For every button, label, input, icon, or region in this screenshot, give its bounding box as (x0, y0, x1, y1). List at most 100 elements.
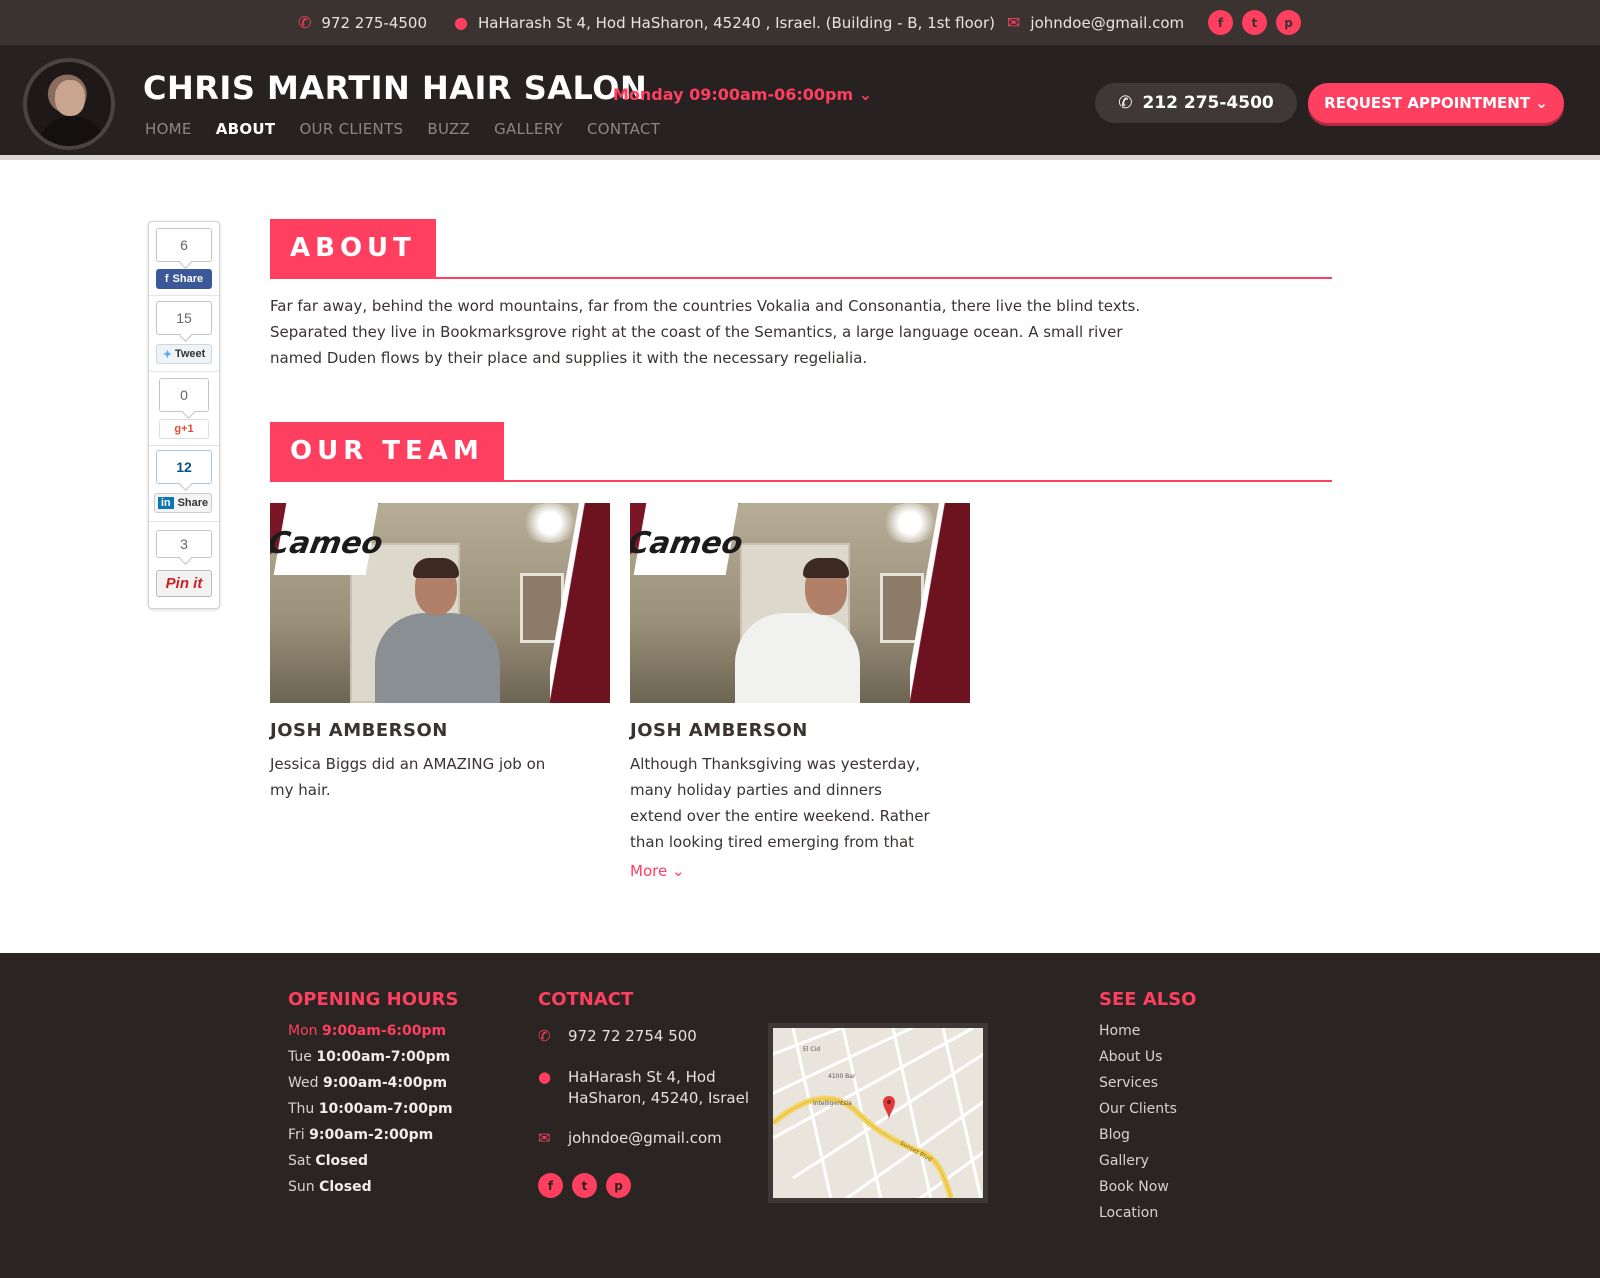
envelope-icon: ✉ (538, 1129, 551, 1147)
team-member-photo[interactable]: Cameo (270, 503, 610, 703)
map-label: El Cid (803, 1046, 821, 1053)
gplus-icon: g (174, 423, 182, 435)
see-also-link-book-now[interactable]: Book Now (1099, 1179, 1169, 1195)
hours-row-thu: Thu 10:00am-7:00pm (288, 1101, 453, 1117)
nav-contact[interactable]: CONTACT (587, 120, 660, 138)
nav-home[interactable]: HOME (145, 120, 192, 138)
map-streets (773, 1028, 983, 1198)
about-heading: ABOUT (270, 219, 436, 277)
contact-address: ● HaHarash St 4, Hod HaSharon, 45240, Is… (538, 1067, 749, 1109)
pin-it-button[interactable]: Pin it (156, 570, 212, 597)
see-also-link-about-us[interactable]: About Us (1099, 1049, 1162, 1065)
contact-email-text: johndoe@gmail.com (568, 1129, 722, 1147)
hours-time: 9:00am-6:00pm (321, 1023, 447, 1039)
chevron-down-icon: ⌄ (671, 862, 685, 880)
tweet-label: Tweet (174, 348, 206, 360)
hours-dropdown[interactable]: Monday 09:00am-06:00pm ⌄ (613, 85, 872, 104)
hours-day: Mon (288, 1023, 318, 1039)
see-also-link-home[interactable]: Home (1099, 1023, 1140, 1039)
see-also-link-gallery[interactable]: Gallery (1099, 1153, 1149, 1169)
site-header: CHRIS MARTIN HAIR SALON Monday 09:00am-0… (0, 45, 1600, 160)
topbar-address-text: HaHarash St 4, Hod HaSharon, 45240 , Isr… (477, 13, 995, 32)
twitter-icon[interactable]: t (1242, 10, 1267, 35)
linkedin-share-block: 12 in Share (149, 446, 219, 522)
pinterest-icon[interactable]: p (606, 1173, 631, 1198)
contact-title: COTNACT (538, 989, 634, 1010)
phone-icon: ✆ (1118, 93, 1133, 113)
nav-buzz[interactable]: BUZZ (427, 120, 470, 138)
gplus-label: +1 (181, 423, 194, 435)
share-sidebar: 6 f Share 15 ✦ Tweet 0 g +1 12 in Share … (148, 221, 220, 609)
chevron-down-icon: ⌄ (1530, 94, 1548, 112)
see-also-link-services[interactable]: Services (1099, 1075, 1158, 1091)
facebook-share-button[interactable]: f Share (156, 269, 212, 289)
gplus-button[interactable]: g +1 (159, 419, 209, 439)
map-canvas[interactable]: El Cid 4100 Bar Intelligentsia Sunset Bl… (773, 1028, 983, 1198)
contact-phone[interactable]: ✆ 972 72 2754 500 (538, 1026, 697, 1047)
map-label: Intelligentsia (813, 1100, 852, 1107)
linkedin-share-count: 12 (156, 450, 212, 484)
twitter-bird-icon: ✦ (162, 348, 172, 361)
topbar-email[interactable]: ✉ johndoe@gmail.com (1007, 0, 1184, 45)
phone-icon: ✆ (298, 13, 312, 32)
topbar-email-text: johndoe@gmail.com (1030, 13, 1185, 32)
topbar-phone[interactable]: ✆ 972 275-4500 (298, 0, 427, 45)
nav-our-clients[interactable]: OUR CLIENTS (299, 120, 403, 138)
location-map[interactable]: El Cid 4100 Bar Intelligentsia Sunset Bl… (768, 1023, 988, 1203)
hours-day: Wed (288, 1075, 319, 1091)
phone-button-label: 212 275-4500 (1142, 93, 1274, 113)
contact-address-text: HaHarash St 4, Hod HaSharon, 45240, Isra… (568, 1067, 749, 1109)
facebook-icon: f (164, 273, 169, 285)
site-title[interactable]: CHRIS MARTIN HAIR SALON (143, 69, 647, 107)
nav-gallery[interactable]: GALLERY (494, 120, 563, 138)
avatar[interactable] (23, 58, 115, 150)
more-link[interactable]: More ⌄ (630, 862, 685, 880)
top-info-bar: ✆ 972 275-4500 ● HaHarash St 4, Hod HaSh… (0, 0, 1600, 45)
pin-it-label: Pin it (165, 575, 203, 592)
hours-row-sun: Sun Closed (288, 1179, 372, 1195)
twitter-share-block: 15 ✦ Tweet (149, 296, 219, 372)
about-section-header: ABOUT (270, 219, 1332, 279)
hours-day: Sat (288, 1153, 311, 1169)
envelope-icon: ✉ (1007, 13, 1021, 32)
salon-logo: Cameo (630, 503, 746, 575)
hours-day: Tue (288, 1049, 312, 1065)
facebook-icon[interactable]: f (1208, 10, 1233, 35)
phone-button[interactable]: ✆ 212 275-4500 (1095, 83, 1297, 123)
hours-day: Sun (288, 1179, 315, 1195)
about-text: Far far away, behind the word mountains,… (270, 297, 1141, 367)
team-member-name: JOSH AMBERSON (270, 720, 448, 741)
contact-email[interactable]: ✉ johndoe@gmail.com (538, 1128, 722, 1149)
contact-address-line-1: HaHarash St 4, Hod (568, 1068, 716, 1086)
linkedin-icon: in (157, 497, 174, 509)
hours-row-mon: Mon 9:00am-6:00pm (288, 1023, 446, 1039)
nav-about[interactable]: ABOUT (216, 120, 276, 138)
hours-day: Fri (288, 1127, 305, 1143)
main-nav: HOME ABOUT OUR CLIENTS BUZZ GALLERY CONT… (145, 120, 660, 138)
see-also-link-blog[interactable]: Blog (1099, 1127, 1130, 1143)
hours-time: 9:00am-4:00pm (322, 1075, 448, 1091)
pinterest-icon[interactable]: p (1276, 10, 1301, 35)
map-pin-icon: ● (538, 1068, 552, 1086)
team-member-photo[interactable]: Cameo (630, 503, 970, 703)
see-also-link-our-clients[interactable]: Our Clients (1099, 1101, 1177, 1117)
team-member-text: Jessica Biggs did an AMAZING job on my h… (270, 755, 546, 799)
hours-row-sat: Sat Closed (288, 1153, 368, 1169)
hours-time: Closed (315, 1153, 368, 1169)
facebook-icon[interactable]: f (538, 1173, 563, 1198)
gplus-share-count: 0 (159, 378, 209, 412)
linkedin-share-button[interactable]: in Share (154, 493, 212, 513)
see-also-link-location[interactable]: Location (1099, 1205, 1158, 1221)
pinterest-share-count: 3 (156, 530, 212, 558)
topbar-address: ● HaHarash St 4, Hod HaSharon, 45240 , I… (454, 0, 995, 45)
twitter-icon[interactable]: t (572, 1173, 597, 1198)
see-also-title: SEE ALSO (1099, 989, 1197, 1010)
request-appointment-label: REQUEST APPOINTMENT (1324, 94, 1531, 112)
tweet-button[interactable]: ✦ Tweet (156, 344, 212, 364)
request-appointment-button[interactable]: REQUEST APPOINTMENT ⌄ (1308, 83, 1564, 123)
hours-row-tue: Tue 10:00am-7:00pm (288, 1049, 450, 1065)
hours-dropdown-label: Monday 09:00am-06:00pm (613, 85, 854, 104)
team-section-header: OUR TEAM (270, 422, 1332, 482)
linkedin-share-label: Share (177, 497, 209, 509)
facebook-share-count: 6 (156, 228, 212, 262)
